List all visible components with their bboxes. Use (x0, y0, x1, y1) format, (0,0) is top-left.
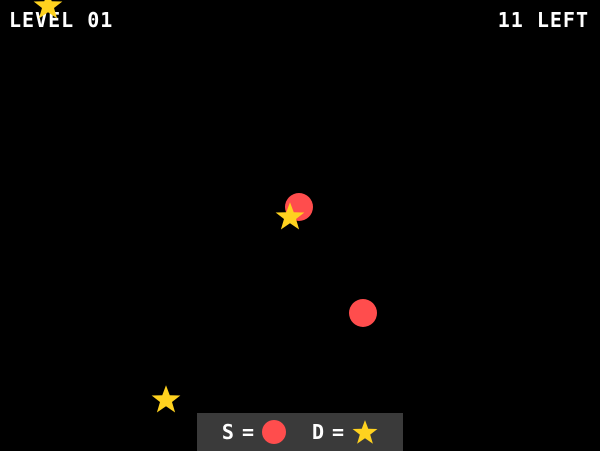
star-icon (352, 419, 378, 445)
star-icon (151, 385, 181, 413)
star-icon (275, 202, 305, 230)
legend-star-entry: D = (312, 419, 378, 445)
star-target[interactable] (151, 384, 181, 414)
game-canvas[interactable]: LEVEL 01 11 LEFT S = D = (0, 0, 600, 451)
legend-circle-equals: = (241, 420, 254, 444)
star-target[interactable] (33, 0, 63, 20)
controls-legend: S = D = (197, 413, 403, 451)
star-icon (33, 0, 63, 19)
circle-icon (262, 420, 286, 444)
circle-target[interactable] (349, 299, 377, 327)
legend-circle-key: S (221, 420, 234, 444)
legend-star-equals: = (332, 420, 345, 444)
remaining-counter: 11 LEFT (497, 8, 589, 32)
legend-circle-entry: S = (222, 420, 286, 444)
star-target[interactable] (275, 201, 305, 231)
legend-star-key: D (312, 420, 325, 444)
